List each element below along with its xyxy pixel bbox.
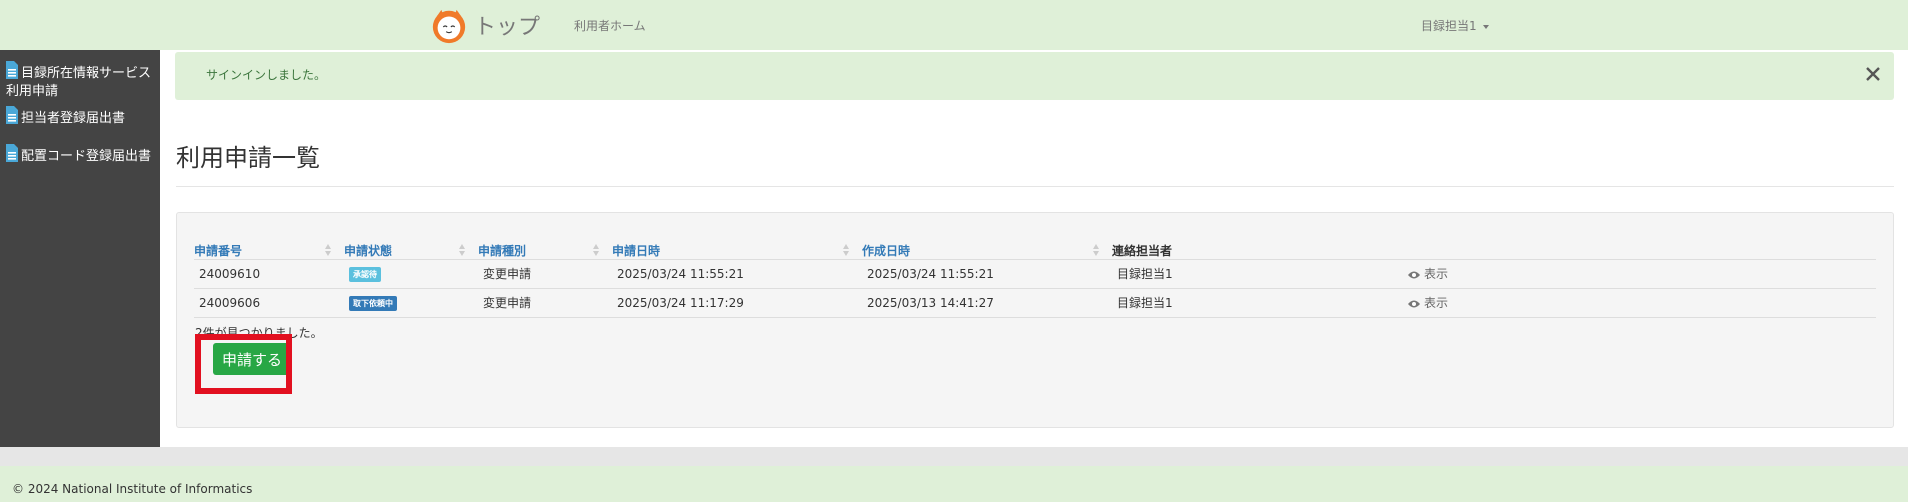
header-application-type[interactable]: 申請種別 [478,241,612,260]
header-application-status[interactable]: 申請状態 [344,241,478,260]
cell-applied-at: 2025/03/24 11:55:21 [612,259,862,289]
sidebar-item-label-line2: 利用申請 [6,84,59,99]
eye-icon [1408,300,1420,308]
signin-alert: サインインしました。 [175,52,1894,100]
cell-type: 変更申請 [478,259,612,289]
alert-message: サインインしました。 [206,68,327,82]
cell-application-number: 24009610 [194,259,344,289]
footer-copyright: © 2024 National Institute of Informatics [12,482,253,496]
sidebar-item-label: 配置コード登録届出書 [21,149,152,164]
cell-status: 承認待 [344,259,478,289]
cell-status: 取下依頼中 [344,288,478,318]
sort-icon [1093,244,1099,256]
top-navbar: トップ 利用者ホーム 目録担当1 [0,0,1908,50]
cell-contact: 目録担当1 [1112,259,1402,289]
sidebar-item-label: 担当者登録届出書 [21,111,126,126]
sidebar: 目録所在情報サービス 利用申請 担当者登録届出書 配置コード登録届出書 [0,50,160,447]
divider [176,186,1894,187]
table-row: 24009606 取下依頼中 変更申請 2025/03/24 11:17:29 … [194,288,1876,318]
user-menu-label: 目録担当1 [1421,19,1477,33]
sidebar-item-label: 目録所在情報サービス [21,66,152,81]
document-icon [6,106,18,124]
cell-application-number: 24009606 [194,288,344,318]
cell-contact: 目録担当1 [1112,288,1402,318]
highlight-box [195,334,292,394]
brand-title[interactable]: トップ [474,9,540,41]
view-link[interactable]: 表示 [1407,296,1448,310]
table-header-row: 申請番号 申請状態 申請種別 申請日時 作成日時 連絡担当者 [194,241,1876,260]
user-menu-dropdown[interactable]: 目録担当1 [1421,17,1489,34]
header-created-at[interactable]: 作成日時 [862,241,1112,260]
cell-created-at: 2025/03/13 14:41:27 [862,288,1112,318]
document-icon [6,61,18,79]
status-badge: 取下依頼中 [349,295,397,311]
view-link[interactable]: 表示 [1407,267,1448,281]
status-badge: 承認待 [349,266,381,282]
sidebar-item-location-code-registration[interactable]: 配置コード登録届出書 [5,143,151,166]
sidebar-item-staff-registration[interactable]: 担当者登録届出書 [5,105,125,128]
header-contact: 連絡担当者 [1112,241,1402,260]
close-icon[interactable] [1864,65,1882,83]
table-row: 24009610 承認待 変更申請 2025/03/24 11:55:21 20… [194,259,1876,289]
header-application-number[interactable]: 申請番号 [194,241,344,260]
sidebar-item-usage-application[interactable]: 目録所在情報サービス 利用申請 [5,60,151,101]
cat-logo-icon[interactable] [430,7,468,45]
cell-action: 表示 [1402,288,1876,318]
cell-applied-at: 2025/03/24 11:17:29 [612,288,862,318]
sort-icon [843,244,849,256]
sort-icon [459,244,465,256]
application-list-panel: 申請番号 申請状態 申請種別 申請日時 作成日時 連絡担当者 24009610 … [176,212,1894,428]
main-content: サインインしました。 利用申請一覧 申請番号 申請状態 申請種別 申請日時 作成… [160,50,1908,447]
eye-icon [1408,271,1420,279]
nav-user-home-link[interactable]: 利用者ホーム [574,17,646,34]
sort-icon [593,244,599,256]
document-icon [6,144,18,162]
header-actions [1402,241,1876,260]
cell-type: 変更申請 [478,288,612,318]
header-applied-at[interactable]: 申請日時 [612,241,862,260]
footer: © 2024 National Institute of Informatics [0,466,1908,502]
cell-action: 表示 [1402,259,1876,289]
cell-created-at: 2025/03/24 11:55:21 [862,259,1112,289]
sort-icon [325,244,331,256]
application-table: 申請番号 申請状態 申請種別 申請日時 作成日時 連絡担当者 24009610 … [194,241,1876,318]
page-title: 利用申請一覧 [176,144,320,172]
caret-down-icon [1482,24,1489,29]
